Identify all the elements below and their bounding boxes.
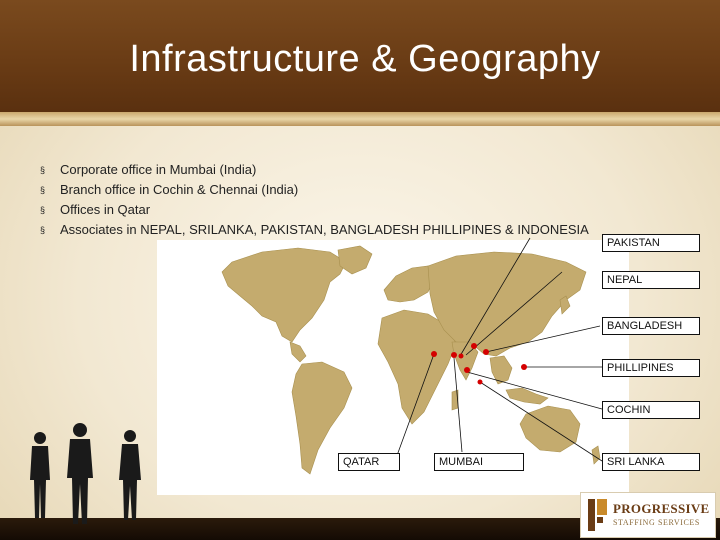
logo-mark-icon	[588, 499, 607, 531]
japan-land	[559, 295, 571, 315]
business-people-silhouettes	[30, 423, 141, 524]
nepal-marker	[471, 343, 477, 349]
bangladesh-marker	[483, 349, 489, 355]
indonesia-land	[505, 387, 549, 405]
europe-land	[383, 265, 435, 303]
pakistan-marker	[458, 353, 464, 359]
label-pakistan: PAKISTAN	[602, 234, 700, 252]
north-america-land	[221, 247, 347, 343]
land-masses	[221, 245, 601, 475]
cochin-marker	[464, 367, 470, 373]
southeast-asia-land	[489, 355, 513, 385]
label-phillipines: PHILLIPINES	[602, 359, 700, 377]
label-qatar: QATAR	[338, 453, 400, 471]
mumbai-marker	[451, 352, 457, 358]
label-nepal: NEPAL	[602, 271, 700, 289]
person-silhouette-2	[67, 423, 93, 524]
person-silhouette-3	[119, 430, 141, 520]
logo-tagline: STAFFING SERVICES	[613, 518, 700, 527]
sri-lanka-marker	[477, 379, 483, 385]
label-cochin: COCHIN	[602, 401, 700, 419]
label-sri-lanka: SRI LANKA	[602, 453, 700, 471]
label-bangladesh: BANGLADESH	[602, 317, 700, 335]
label-mumbai: MUMBAI	[434, 453, 524, 471]
qatar-marker	[431, 351, 437, 357]
company-logo: PROGRESSIVE STAFFING SERVICES	[580, 492, 716, 538]
person-silhouette-1	[30, 432, 50, 518]
logo-name: PROGRESSIVE	[613, 501, 710, 516]
phillipines-marker	[521, 364, 527, 370]
greenland-land	[337, 245, 373, 275]
central-america-land	[289, 341, 307, 363]
australia-land	[519, 405, 581, 453]
